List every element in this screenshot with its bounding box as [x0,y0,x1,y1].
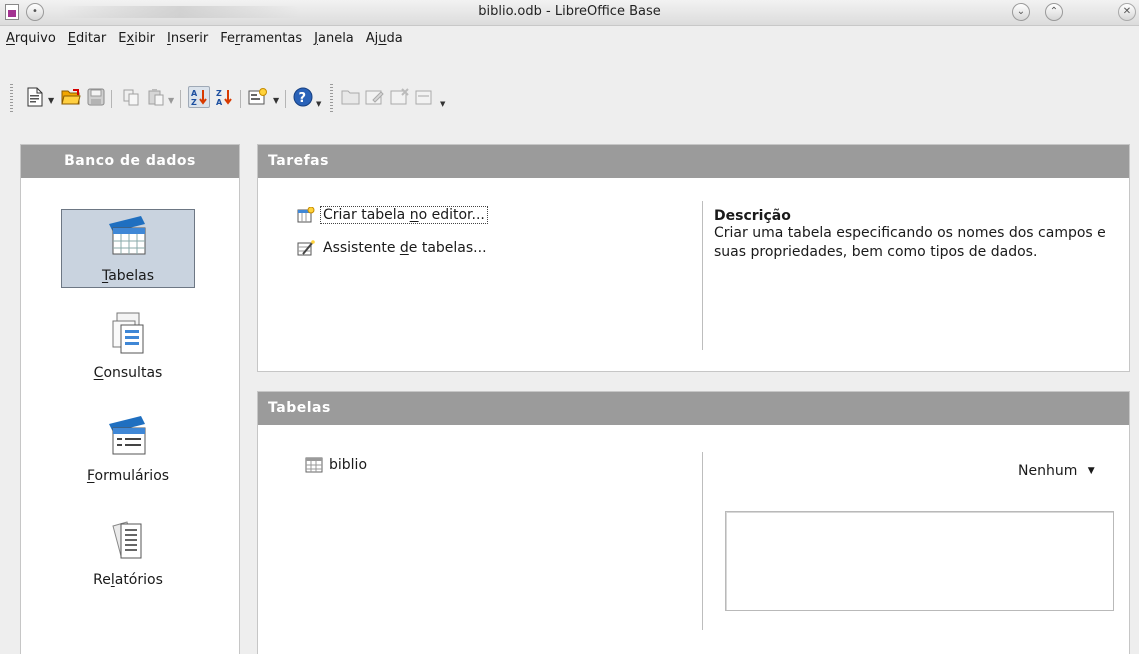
new-document-icon[interactable] [24,86,46,108]
toolbar-overflow-arrow[interactable]: ▼ [316,100,321,108]
table-design-icon [297,206,315,223]
toolbar-separator [111,90,112,108]
sidebar-header: Banco de dados [21,145,239,178]
description-text: Criar uma tabela especificando os nomes … [714,225,1106,260]
menu-arquivo[interactable]: Arquivo [6,31,56,46]
table-item-biblio[interactable]: biblio [305,457,367,473]
preview-mode-dropdown[interactable]: Nenhum ▼ [1018,463,1095,479]
open-db-object-icon[interactable] [340,86,362,108]
sidebar-item-formularios[interactable]: Formulários [40,414,216,484]
delete-icon[interactable] [389,86,411,108]
help-icon[interactable]: ? [292,86,314,108]
svg-text:?: ? [299,91,307,106]
svg-text:A: A [191,89,198,98]
form-dropdown-arrow[interactable]: ▼ [273,96,279,105]
forms-icon [105,416,151,464]
reports-icon [105,521,151,568]
description-title: Descrição [714,208,791,224]
paste-dropdown-arrow[interactable]: ▼ [168,96,174,105]
sidebar-item-label: Formulários [86,468,170,484]
window-title: biblio.odb - LibreOffice Base [478,4,661,19]
sidebar-item-label: Consultas [93,365,163,381]
toolbar-overflow-arrow[interactable]: ▼ [440,100,445,108]
task-label: Criar tabela no editor... [320,206,488,224]
open-folder-icon[interactable] [60,86,82,108]
chevron-down-icon: ▼ [1087,466,1095,476]
toolbar-grip[interactable] [10,84,13,114]
menu-ferramentas[interactable]: Ferramentas [220,31,302,46]
menu-ajuda[interactable]: Ajuda [366,31,403,46]
toolbar-separator [240,90,241,108]
paste-icon[interactable] [145,86,167,108]
tables-header: Tabelas [258,392,1129,425]
close-button[interactable]: ✕ [1118,3,1136,21]
table-item-label: biblio [329,457,368,473]
svg-text:A: A [216,98,223,106]
preview-mode-label: Nenhum [1018,463,1078,479]
sidebar-item-consultas[interactable]: Consultas [40,311,216,381]
rename-icon[interactable] [414,86,436,108]
svg-text:Z: Z [216,89,222,98]
task-description: Descrição Criar uma tabela especificando… [714,208,1114,262]
table-wizard-icon [297,240,315,256]
toolbar-grip[interactable] [330,84,333,114]
copy-icon[interactable] [120,86,142,108]
menu-editar[interactable]: Editar [68,31,107,46]
form-design-icon[interactable] [247,86,269,108]
table-icon [305,457,323,473]
toolbar-separator [180,90,181,108]
maximize-button[interactable]: ⌃ [1045,3,1063,21]
edit-icon[interactable] [364,86,386,108]
task-create-table-design[interactable]: Criar tabela no editor... [297,206,488,224]
sidebar-item-label: Relatórios [93,572,163,588]
menu-bar: Arquivo Editar Exibir Inserir Ferramenta… [0,26,1139,50]
tables-icon [105,216,151,264]
menu-inserir[interactable]: Inserir [167,31,208,46]
svg-text:Z: Z [191,98,197,106]
tables-divider [702,452,703,630]
sort-ascending-icon[interactable]: AZ [188,86,210,108]
minimize-button[interactable]: ⌄ [1012,3,1030,21]
tasks-divider [702,201,703,350]
tasks-header: Tarefas [258,145,1129,178]
save-icon[interactable] [85,86,107,108]
queries-icon [105,312,151,361]
menu-exibir[interactable]: Exibir [118,31,155,46]
menu-janela[interactable]: Janela [314,31,354,46]
task-table-wizard[interactable]: Assistente de tabelas... [297,240,489,256]
sidebar-item-label: Tabelas [101,268,155,284]
preview-area [725,511,1114,611]
title-bar: • biblio.odb - LibreOffice Base ⌄ ⌃ ✕ [0,0,1139,26]
task-label: Assistente de tabelas... [323,240,487,256]
new-dropdown-arrow[interactable]: ▼ [48,96,54,105]
sort-descending-icon[interactable]: ZA [213,86,235,108]
sidebar-item-relatorios[interactable]: Relatórios [40,518,216,588]
sidebar-item-tabelas[interactable]: Tabelas [40,214,216,284]
toolbar-separator [285,90,286,108]
